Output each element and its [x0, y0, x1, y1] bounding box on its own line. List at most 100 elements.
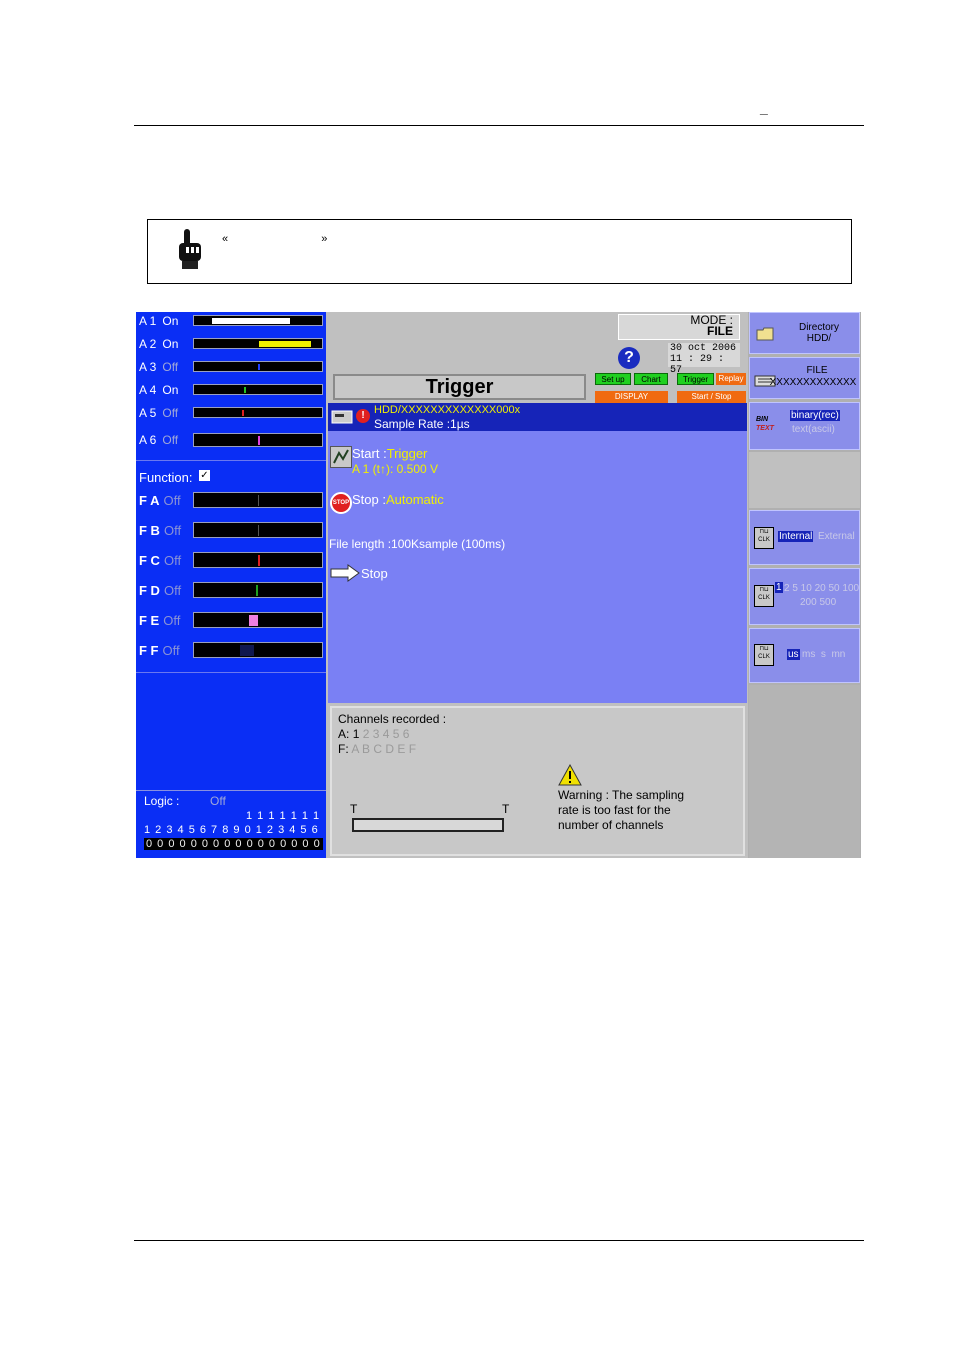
note-text: « »	[222, 233, 327, 245]
mode-value: FILE	[707, 324, 733, 338]
chart-button[interactable]: Chart	[634, 373, 668, 385]
replay-button[interactable]: Replay	[716, 373, 746, 385]
unit-options[interactable]: ms s mn	[802, 649, 845, 660]
timeline-t-right: T	[502, 802, 510, 816]
channel-a1[interactable]: A 1 On	[139, 314, 178, 328]
function-label: Function:	[139, 470, 193, 485]
recorded-title: Channels recorded :	[338, 712, 447, 726]
stop-action[interactable]: Stop	[361, 566, 388, 581]
function-fe[interactable]: F E Off	[139, 613, 180, 628]
trigger-icon[interactable]	[330, 446, 352, 468]
channel-a2[interactable]: A 2 On	[139, 337, 178, 351]
clock-source-key[interactable]: ⊓⊔ CLK Internal External	[749, 510, 860, 565]
directory-label: Directory HDD/	[798, 322, 839, 344]
date-time: 30 oct 2006 11 : 29 : 57	[668, 343, 740, 376]
header-mark: _	[760, 100, 768, 116]
rate-unit-key[interactable]: ⊓⊔ CLK us ms s mn	[749, 628, 860, 683]
function-checkbox[interactable]: ✓	[199, 470, 210, 481]
format-binary[interactable]: binary(rec)	[790, 410, 840, 421]
display-button[interactable]: DISPLAY	[595, 391, 668, 403]
clock-icon: ⊓⊔ CLK	[754, 644, 774, 666]
format-text[interactable]: text(ascii)	[792, 424, 835, 435]
channel-a5[interactable]: A 5 Off	[139, 406, 178, 420]
function-fc-trace	[193, 552, 323, 568]
setup-button[interactable]: Set up	[595, 373, 631, 385]
directory-key[interactable]: Directory HDD/	[749, 312, 860, 354]
function-ff[interactable]: F F Off	[139, 643, 180, 658]
warning-icon	[558, 763, 582, 786]
timeline-t-left: T	[350, 802, 358, 816]
bottom-rule	[134, 1240, 864, 1241]
file-label: FILE	[806, 365, 828, 376]
file-path: HDD/XXXXXXXXXXXXX000x	[374, 404, 521, 416]
trigger-button[interactable]: Trigger	[677, 373, 714, 385]
channel-a1-trace	[193, 315, 323, 326]
alert-icon: !	[356, 409, 370, 423]
rate-options-2[interactable]: 200 500	[800, 597, 836, 608]
stop-setting[interactable]: Stop :Automatic	[352, 492, 444, 507]
channel-a4-trace	[193, 384, 323, 395]
unit-selected[interactable]: us	[787, 649, 800, 660]
note-close-quote: »	[321, 233, 328, 245]
main-area: MODE : FILE ? 30 oct 2006 11 : 29 : 57 T…	[328, 312, 747, 858]
channel-a3[interactable]: A 3 Off	[139, 360, 178, 374]
recorded-a: A: 1 2 3 4 5 6	[338, 727, 410, 741]
recorder-screen: A 1 On A 2 On A 3 Off A 4 On A 5 Off A 6 Off F…	[136, 312, 861, 858]
clock-icon: ⊓⊔ CLK	[754, 527, 774, 549]
note-box	[147, 219, 852, 284]
channel-a4[interactable]: A 4 On	[139, 383, 178, 397]
file-key[interactable]: FILE XXXXXXXXXXXXX	[749, 357, 860, 399]
clock-icon: ⊓⊔ CLK	[754, 585, 774, 607]
sample-rate: Sample Rate :1µs	[374, 417, 470, 431]
start-condition[interactable]: A 1 (t↑): 0.500 V	[352, 462, 438, 476]
note-open-quote: «	[222, 233, 229, 245]
function-fa[interactable]: F A Off	[139, 493, 181, 508]
channel-a2-trace	[193, 338, 323, 349]
trigger-settings-area: ! HDD/XXXXXXXXXXXXX000x Sample Rate :1µs…	[328, 403, 747, 703]
empty-softkeys	[749, 685, 860, 858]
function-fd-trace	[193, 582, 323, 598]
recorded-f: F: A B C D E F	[338, 742, 417, 756]
start-setting[interactable]: Start :Trigger	[352, 446, 427, 461]
bin-text-icon: BIN TEXT	[756, 416, 774, 432]
start-stop-button[interactable]: Start / Stop	[677, 391, 746, 403]
arrow-right-icon	[330, 564, 360, 582]
channel-panel: A 1 On A 2 On A 3 Off A 4 On A 5 Off A 6 Off F…	[136, 312, 326, 858]
function-fd[interactable]: F D Off	[139, 583, 181, 598]
rate-options-1[interactable]: 2 5 10 20 50 100	[784, 583, 859, 594]
top-rule	[134, 125, 864, 126]
divider	[136, 460, 326, 461]
format-key[interactable]: BIN TEXT binary(rec) text(ascii)	[749, 402, 860, 450]
function-ff-trace	[193, 642, 323, 658]
file-length: File length :100Ksample (100ms)	[329, 537, 506, 551]
logic-units: 1 2 3 4 5 6 7 8 9 0 1 2 3 4 5 6	[144, 824, 319, 836]
mode-indicator: MODE : FILE	[618, 314, 740, 340]
channel-a6-trace	[193, 433, 323, 447]
softkey-panel: Directory HDD/ FILE XXXXXXXXXXXXX BIN TE…	[748, 312, 861, 858]
logic-label: Logic :	[144, 794, 180, 808]
logic-tens: 1 1 1 1 1 1 1	[246, 810, 321, 822]
folder-icon	[756, 327, 774, 341]
logic-values: 0 0 0 0 0 0 0 0 0 0 0 0 0 0 0 0	[144, 838, 323, 850]
channel-a5-trace	[193, 407, 323, 418]
stop-icon[interactable]: STOP	[330, 492, 352, 514]
file-name: XXXXXXXXXXXXX	[769, 377, 857, 388]
rate-value-key[interactable]: ⊓⊔ CLK 1 2 5 10 20 50 100 200 500	[749, 568, 860, 625]
clock-internal[interactable]: Internal	[778, 531, 814, 542]
clock-external[interactable]: External	[818, 531, 855, 542]
rate-selected[interactable]: 1	[775, 582, 783, 593]
help-icon[interactable]: ?	[618, 347, 640, 369]
warning-text: Warning : The sampling rate is too fast …	[558, 788, 685, 832]
disk-icon	[331, 408, 355, 426]
spacer	[749, 452, 860, 508]
divider	[136, 672, 326, 673]
function-fc[interactable]: F C Off	[139, 553, 181, 568]
channels-recorded-panel: Channels recorded : A: 1 2 3 4 5 6 F: A …	[330, 706, 745, 856]
date: 30 oct 2006	[670, 343, 737, 354]
function-fb-trace	[193, 522, 323, 538]
channel-a6[interactable]: A 6 Off	[139, 433, 178, 447]
logic-state[interactable]: Off	[210, 794, 226, 808]
pointing-hand-icon	[174, 227, 208, 271]
function-fb[interactable]: F B Off	[139, 523, 181, 538]
logic-panel: Logic : Off 1 1 1 1 1 1 1 1 2 3 4 5 6 7 …	[136, 790, 326, 857]
